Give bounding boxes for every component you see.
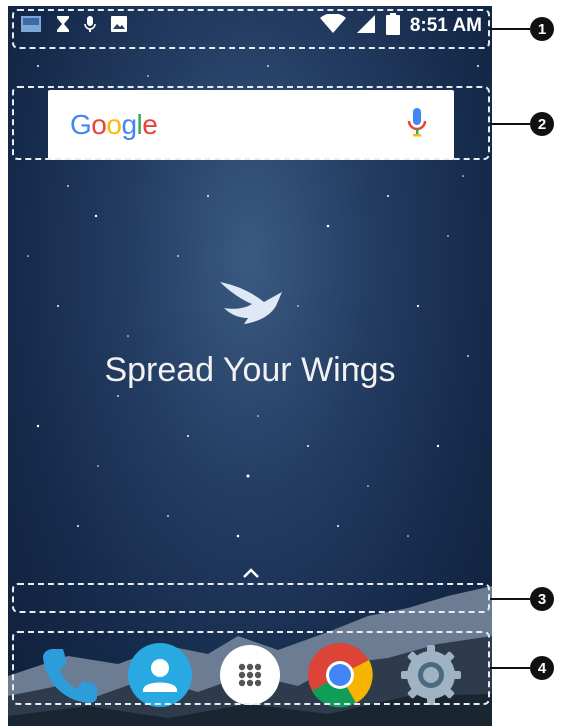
search-bar-highlight xyxy=(12,86,490,160)
callout-badge-3: 3 xyxy=(530,587,554,611)
app-drawer-handle-highlight xyxy=(12,583,490,613)
callout-line-4 xyxy=(490,667,530,669)
wallpaper-tagline: Spread Your Wings xyxy=(104,351,396,389)
callout-line-2 xyxy=(490,123,530,125)
callout-badge-1: 1 xyxy=(530,17,554,41)
status-bar-highlight xyxy=(12,9,490,49)
bird-logo-icon xyxy=(220,276,286,335)
dock-highlight xyxy=(12,631,490,705)
app-drawer-chevron-icon[interactable] xyxy=(242,566,260,584)
callout-badge-2: 2 xyxy=(530,112,554,136)
callout-badge-4: 4 xyxy=(530,656,554,680)
callout-line-1 xyxy=(490,28,530,30)
callout-line-3 xyxy=(490,598,530,600)
